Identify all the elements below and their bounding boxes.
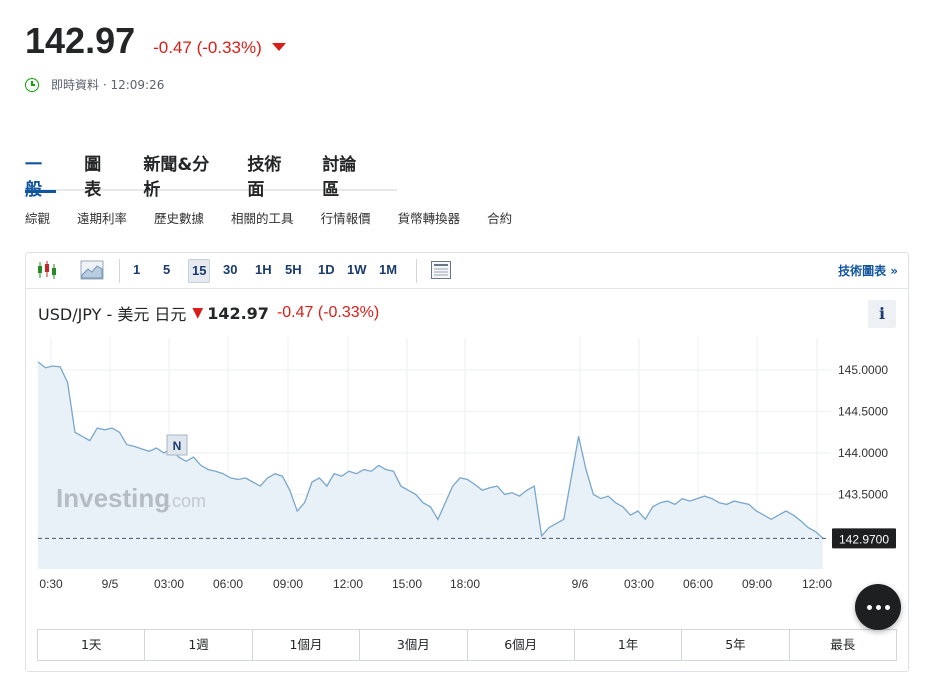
main-tabs: 一般 圖表 新聞&分析 技術面 討論區 xyxy=(25,146,397,200)
interval-5[interactable]: 5 xyxy=(163,262,170,277)
x-tick-label: 03:00 xyxy=(624,577,654,591)
clock-icon xyxy=(25,77,39,92)
toolbar-divider xyxy=(416,259,417,283)
price-chart[interactable]: Investing.com N 142.9700 145.0000 144.5000 14… xyxy=(26,337,908,627)
last-price: 142.97 xyxy=(25,20,136,61)
interval-1m[interactable]: 1M xyxy=(379,262,397,277)
area-chart-icon[interactable] xyxy=(80,259,104,281)
subnav-historical-data[interactable]: 歷史數據 xyxy=(154,208,204,227)
symbol-price: 142.97 xyxy=(207,303,269,323)
price-change: -0.47 (-0.33%) xyxy=(153,38,262,57)
x-tick-label: 03:00 xyxy=(154,577,184,591)
info-button[interactable]: i xyxy=(868,300,896,328)
symbol-name: USD/JPY - 美元 日元 xyxy=(38,305,187,324)
x-tick-label: 15:00 xyxy=(392,577,422,591)
range-5y[interactable]: 5年 xyxy=(682,630,790,660)
watermark-logo: Investing xyxy=(56,483,170,513)
sub-navigation: 綜觀 遠期利率 歷史數據 相關的工具 行情報價 貨幣轉換器 合約 xyxy=(25,208,539,227)
watermark-suffix: .com xyxy=(167,491,206,511)
interval-1[interactable]: 1 xyxy=(133,262,140,277)
news-marker-label: N xyxy=(173,439,182,453)
time-range-selector: 1天 1週 1個月 3個月 6個月 1年 5年 最長 xyxy=(37,629,897,661)
dot-icon xyxy=(875,604,881,610)
realtime-status: 即時資料 · 12:09:26 xyxy=(25,76,164,93)
y-tick-label: 143.5000 xyxy=(838,487,888,501)
chart-widget: 1 5 15 30 1H 5H 1D 1W 1M 技術圖表 » USD/JPY … xyxy=(25,252,909,672)
technical-chart-link[interactable]: 技術圖表 » xyxy=(838,262,898,279)
interval-5h[interactable]: 5H xyxy=(285,262,302,277)
subnav-related-instruments[interactable]: 相關的工具 xyxy=(231,208,294,227)
range-6m[interactable]: 6個月 xyxy=(468,630,575,660)
subnav-quotes[interactable]: 行情報價 xyxy=(321,208,371,227)
x-tick-label: 06:00 xyxy=(683,577,713,591)
realtime-label: 即時資料 · 12:09:26 xyxy=(51,78,165,92)
chart-toolbar: 1 5 15 30 1H 5H 1D 1W 1M 技術圖表 » xyxy=(26,253,908,289)
x-tick-label: 12:00 xyxy=(802,577,832,591)
y-tick-label: 144.0000 xyxy=(838,446,888,460)
tab-discussion[interactable]: 討論區 xyxy=(322,146,369,200)
toolbar-divider xyxy=(119,259,120,283)
range-3m[interactable]: 3個月 xyxy=(360,630,468,660)
tab-general[interactable]: 一般 xyxy=(25,146,57,200)
x-tick-label: 9/6 xyxy=(572,577,589,591)
range-1m[interactable]: 1個月 xyxy=(253,630,361,660)
symbol-header: USD/JPY - 美元 日元 ▼ 142.97 -0.47 (-0.33%) xyxy=(38,301,379,325)
x-tick-label: 0:30 xyxy=(39,577,63,591)
range-max[interactable]: 最長 xyxy=(790,630,896,660)
interval-1d[interactable]: 1D xyxy=(318,262,335,277)
down-arrow-icon: ▼ xyxy=(192,305,204,321)
layout-icon[interactable] xyxy=(430,259,452,281)
subnav-currency-converter[interactable]: 貨幣轉換器 xyxy=(398,208,461,227)
range-1y[interactable]: 1年 xyxy=(575,630,683,660)
quote-header: 142.97 -0.47 (-0.33%) xyxy=(25,20,286,62)
down-triangle-icon xyxy=(271,43,286,51)
interval-15[interactable]: 15 xyxy=(188,259,211,283)
symbol-change: -0.47 (-0.33%) xyxy=(276,304,380,321)
tab-chart[interactable]: 圖表 xyxy=(84,146,115,200)
dot-icon xyxy=(866,604,872,610)
x-tick-label: 09:00 xyxy=(742,577,772,591)
x-tick-label: 09:00 xyxy=(273,577,303,591)
subnav-forward-rates[interactable]: 遠期利率 xyxy=(77,208,127,227)
interval-1w[interactable]: 1W xyxy=(347,262,367,277)
x-tick-label: 9/5 xyxy=(102,577,119,591)
interval-30[interactable]: 30 xyxy=(223,262,237,277)
dot-icon xyxy=(884,604,890,610)
subnav-overview[interactable]: 綜觀 xyxy=(25,208,50,227)
tab-news-analysis[interactable]: 新聞&分析 xyxy=(143,146,219,200)
interval-1h[interactable]: 1H xyxy=(255,262,272,277)
y-tick-label: 145.0000 xyxy=(838,363,888,377)
x-tick-label: 18:00 xyxy=(450,577,480,591)
candlestick-icon[interactable] xyxy=(36,259,58,281)
more-options-button[interactable] xyxy=(855,584,901,630)
range-1d[interactable]: 1天 xyxy=(38,630,146,660)
y-tick-label: 144.5000 xyxy=(838,405,888,419)
x-tick-label: 12:00 xyxy=(333,577,363,591)
tab-technical[interactable]: 技術面 xyxy=(247,146,294,200)
range-1w[interactable]: 1週 xyxy=(145,630,253,660)
subnav-contracts[interactable]: 合約 xyxy=(487,208,512,227)
current-value-label: 142.9700 xyxy=(839,532,889,546)
x-tick-label: 06:00 xyxy=(213,577,243,591)
